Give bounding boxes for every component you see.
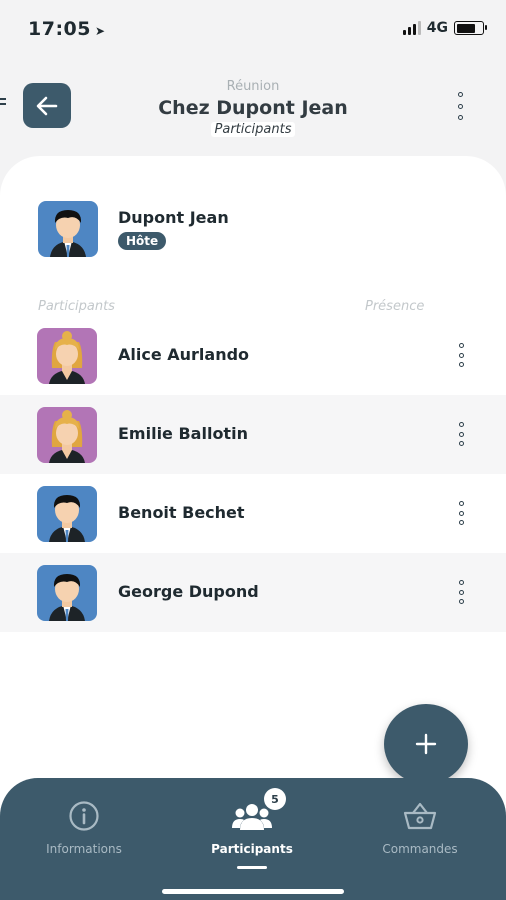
plus-icon bbox=[415, 733, 437, 755]
home-indicator bbox=[162, 889, 344, 894]
avatar bbox=[37, 407, 97, 463]
participant-name: Emilie Ballotin bbox=[118, 424, 248, 443]
tab-commandes[interactable]: Commandes bbox=[336, 800, 504, 856]
tab-label: Informations bbox=[46, 842, 122, 856]
page-title: Chez Dupont Jean bbox=[158, 97, 348, 119]
presence-column-header: Présence bbox=[365, 299, 425, 314]
header: Réunion Chez Dupont Jean Participants bbox=[0, 70, 506, 150]
participant-list: Alice Aurlando Emilie Ballotin Benoit Be… bbox=[0, 316, 506, 632]
tab-label: Commandes bbox=[382, 842, 458, 856]
participants-column-header: Participants bbox=[38, 299, 115, 314]
basket-icon bbox=[403, 802, 437, 830]
participant-more-button[interactable] bbox=[456, 422, 466, 446]
list-item[interactable]: George Dupond bbox=[0, 553, 506, 632]
avatar bbox=[37, 328, 97, 384]
signal-icon bbox=[402, 21, 421, 35]
avatar bbox=[37, 565, 97, 621]
tab-participants[interactable]: 5 Participants bbox=[168, 788, 336, 869]
more-options-button[interactable] bbox=[452, 92, 468, 120]
bottom-tab-bar: Informations 5 Participants Commandes bbox=[0, 778, 506, 900]
participant-more-button[interactable] bbox=[456, 580, 466, 604]
active-tab-indicator bbox=[237, 866, 267, 869]
participant-name: George Dupond bbox=[118, 582, 259, 601]
participant-more-button[interactable] bbox=[456, 343, 466, 367]
host-badge: Hôte bbox=[118, 232, 167, 250]
list-item[interactable]: Emilie Ballotin bbox=[0, 395, 506, 474]
participants-count-badge: 5 bbox=[264, 788, 286, 810]
network-label: 4G bbox=[426, 20, 448, 36]
list-item[interactable]: Benoit Bechet bbox=[0, 474, 506, 553]
participant-more-button[interactable] bbox=[456, 501, 466, 525]
info-icon bbox=[69, 801, 99, 831]
header-subtitle: Réunion bbox=[226, 79, 280, 94]
add-participant-button[interactable] bbox=[384, 704, 468, 784]
host-name: Dupont Jean bbox=[118, 208, 229, 227]
status-bar: 17:05 ➤ 4G bbox=[0, 0, 506, 56]
list-item[interactable]: Alice Aurlando bbox=[0, 316, 506, 395]
status-time: 17:05 ➤ bbox=[28, 18, 106, 40]
avatar bbox=[38, 201, 98, 257]
location-arrow-icon: ➤ bbox=[94, 24, 106, 38]
tab-informations[interactable]: Informations bbox=[0, 800, 168, 856]
battery-icon bbox=[454, 21, 487, 35]
participant-name: Alice Aurlando bbox=[118, 345, 250, 364]
header-tag: Participants bbox=[0, 122, 506, 137]
tab-label: Participants bbox=[211, 842, 293, 856]
avatar bbox=[37, 486, 97, 542]
participant-name: Benoit Bechet bbox=[118, 503, 245, 522]
